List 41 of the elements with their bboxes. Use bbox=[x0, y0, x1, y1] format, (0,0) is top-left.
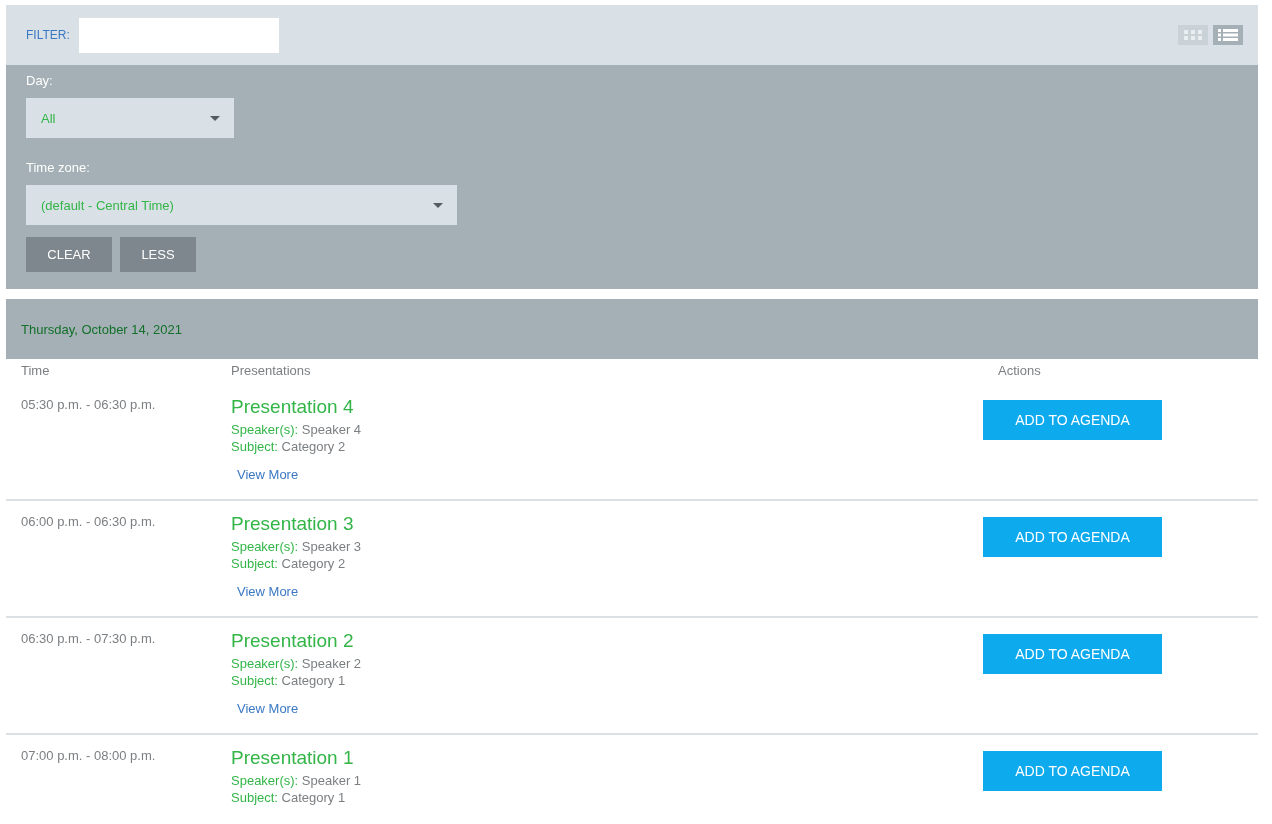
add-to-agenda-button[interactable]: ADD TO AGENDA bbox=[983, 517, 1162, 557]
grid-view-button[interactable] bbox=[1178, 25, 1208, 45]
time-range: 06:00 p.m. - 06:30 p.m. bbox=[21, 514, 156, 530]
subject-line: Subject: Category 2 bbox=[231, 555, 346, 572]
speaker-line: Speaker(s): Speaker 1 bbox=[231, 772, 362, 789]
subject-line: Subject: Category 1 bbox=[231, 672, 346, 689]
presentation-title: Presentation 3 bbox=[231, 512, 354, 536]
filter-action-button[interactable]: LESS bbox=[120, 237, 196, 272]
add-to-agenda-button[interactable]: ADD TO AGENDA bbox=[983, 400, 1162, 440]
day-select[interactable]: All bbox=[26, 98, 234, 138]
list-view-icon bbox=[1218, 29, 1238, 41]
presentation-title: Presentation 1 bbox=[231, 746, 354, 770]
time-range: 07:00 p.m. - 08:00 p.m. bbox=[21, 748, 156, 764]
view-more-link[interactable]: View More bbox=[237, 700, 299, 717]
add-to-agenda-button[interactable]: ADD TO AGENDA bbox=[983, 634, 1162, 674]
presentation-title: Presentation 4 bbox=[231, 395, 354, 419]
date-heading: Thursday, October 14, 2021 bbox=[21, 321, 182, 337]
view-more-link[interactable]: View More bbox=[237, 466, 299, 483]
filter-action-button[interactable]: CLEAR bbox=[26, 237, 112, 272]
speaker-line: Speaker(s): Speaker 2 bbox=[231, 655, 362, 672]
time-zone-label: Time zone: bbox=[26, 159, 90, 176]
add-to-agenda-button[interactable]: ADD TO AGENDA bbox=[983, 751, 1162, 791]
filter-input-field[interactable] bbox=[78, 18, 279, 53]
list-view-button[interactable] bbox=[1213, 25, 1243, 45]
caret-icon bbox=[433, 202, 443, 208]
view-more-link[interactable]: View More bbox=[237, 583, 299, 600]
filter-label: FILTER: bbox=[26, 28, 70, 42]
subject-line: Subject: Category 1 bbox=[231, 789, 346, 806]
speaker-line: Speaker(s): Speaker 4 bbox=[231, 421, 362, 438]
caret-icon bbox=[210, 115, 220, 121]
grid-view-icon bbox=[1184, 30, 1202, 40]
presentation-title: Presentation 2 bbox=[231, 629, 354, 653]
time-range: 05:30 p.m. - 06:30 p.m. bbox=[21, 397, 156, 413]
column-header: Presentations bbox=[231, 362, 311, 380]
time-range: 06:30 p.m. - 07:30 p.m. bbox=[21, 631, 156, 647]
subject-line: Subject: Category 2 bbox=[231, 438, 346, 455]
day-label: Day: bbox=[26, 72, 53, 89]
column-header: Actions bbox=[998, 362, 1041, 380]
column-header: Time bbox=[21, 362, 50, 380]
speaker-line: Speaker(s): Speaker 3 bbox=[231, 538, 362, 555]
time-zone-select[interactable]: (default - Central Time) bbox=[26, 185, 457, 225]
